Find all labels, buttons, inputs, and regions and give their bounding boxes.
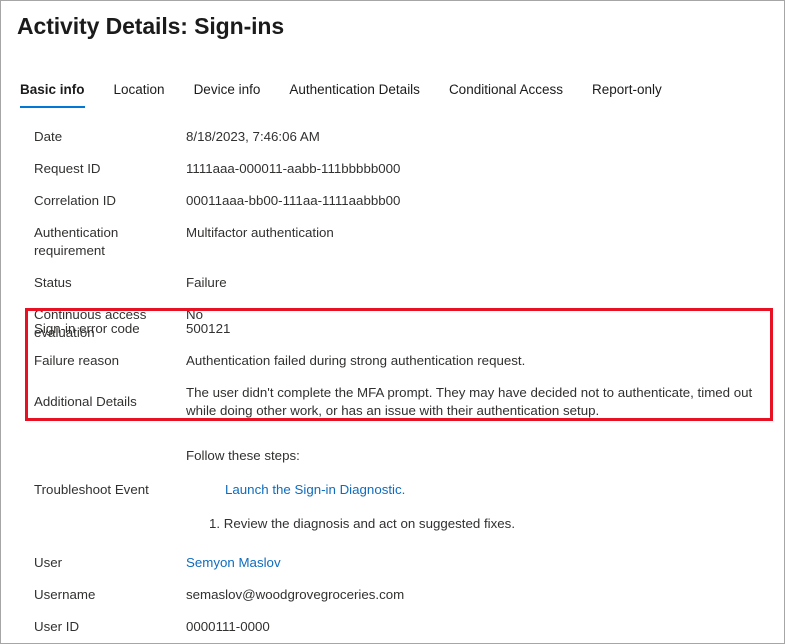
row-value: 500121 — [186, 313, 785, 345]
row-value: 8/18/2023, 7:46:06 AM — [186, 121, 785, 153]
troubleshoot-step-1: 1. Review the diagnosis and act on sugge… — [209, 515, 785, 533]
detail-row: Status Failure — [1, 267, 785, 299]
tab-conditional-access[interactable]: Conditional Access — [449, 81, 563, 108]
row-label: Date — [1, 121, 186, 153]
activity-details-panel: Activity Details: Sign-ins Basic info Lo… — [0, 0, 785, 644]
row-value: semaslov@woodgrovegroceries.com — [186, 579, 785, 611]
troubleshoot-content: Follow these steps: Launch the Sign-in D… — [186, 445, 785, 535]
row-value: Authentication failed during strong auth… — [186, 345, 785, 377]
tab-bar: Basic info Location Device info Authenti… — [20, 81, 662, 108]
page-title: Activity Details: Sign-ins — [17, 10, 284, 42]
row-label: User ID — [1, 611, 186, 643]
detail-row: User Semyon Maslov — [1, 547, 785, 579]
tab-basic-info[interactable]: Basic info — [20, 81, 85, 108]
detail-row: Date 8/18/2023, 7:46:06 AM — [1, 121, 785, 153]
user-link[interactable]: Semyon Maslov — [186, 547, 785, 579]
detail-row: User ID 0000111-0000 — [1, 611, 785, 643]
row-label: Authentication requirement — [1, 217, 186, 267]
highlighted-error-rows: Sign-in error code 500121 Failure reason… — [1, 313, 785, 427]
row-value: Multifactor authentication — [186, 217, 785, 249]
row-label: Troubleshoot Event — [1, 481, 186, 499]
row-label: Request ID — [1, 153, 186, 185]
detail-row: Authentication requirement Multifactor a… — [1, 217, 785, 267]
tab-label: Location — [114, 82, 165, 97]
tab-location[interactable]: Location — [114, 81, 165, 108]
row-value: The user didn't complete the MFA prompt.… — [186, 377, 785, 427]
row-value: Failure — [186, 267, 785, 299]
row-value: 1111aaa-000011-aabb-111bbbbb000 — [186, 153, 785, 185]
user-info-rows: User Semyon Maslov Username semaslov@woo… — [1, 547, 785, 643]
detail-row: Failure reason Authentication failed dur… — [1, 345, 785, 377]
row-label: Sign-in error code — [1, 313, 186, 345]
troubleshoot-intro: Follow these steps: — [186, 445, 785, 467]
row-label: Failure reason — [1, 345, 186, 377]
launch-sign-in-diagnostic-link[interactable]: Launch the Sign-in Diagnostic. — [225, 481, 405, 499]
row-label: User — [1, 547, 186, 579]
tab-label: Device info — [194, 82, 261, 97]
tab-report-only[interactable]: Report-only — [592, 81, 662, 108]
row-label: Additional Details — [1, 386, 186, 418]
detail-row: Request ID 1111aaa-000011-aabb-111bbbbb0… — [1, 153, 785, 185]
row-label: Correlation ID — [1, 185, 186, 217]
detail-row: Sign-in error code 500121 — [1, 313, 785, 345]
row-label: Username — [1, 579, 186, 611]
tab-device-info[interactable]: Device info — [194, 81, 261, 108]
detail-row: Username semaslov@woodgrovegroceries.com — [1, 579, 785, 611]
tab-label: Report-only — [592, 82, 662, 97]
row-label: Status — [1, 267, 186, 299]
troubleshoot-event-row: Troubleshoot Event Follow these steps: L… — [1, 445, 785, 535]
detail-row: Additional Details The user didn't compl… — [1, 377, 785, 427]
tab-authentication-details[interactable]: Authentication Details — [289, 81, 420, 108]
row-value: 0000111-0000 — [186, 611, 785, 643]
row-value: 00011aaa-bb00-111aa-1111aabbb00 — [186, 185, 785, 217]
tab-label: Authentication Details — [289, 82, 420, 97]
tab-label: Conditional Access — [449, 82, 563, 97]
detail-row: Correlation ID 00011aaa-bb00-111aa-1111a… — [1, 185, 785, 217]
tab-label: Basic info — [20, 82, 85, 97]
